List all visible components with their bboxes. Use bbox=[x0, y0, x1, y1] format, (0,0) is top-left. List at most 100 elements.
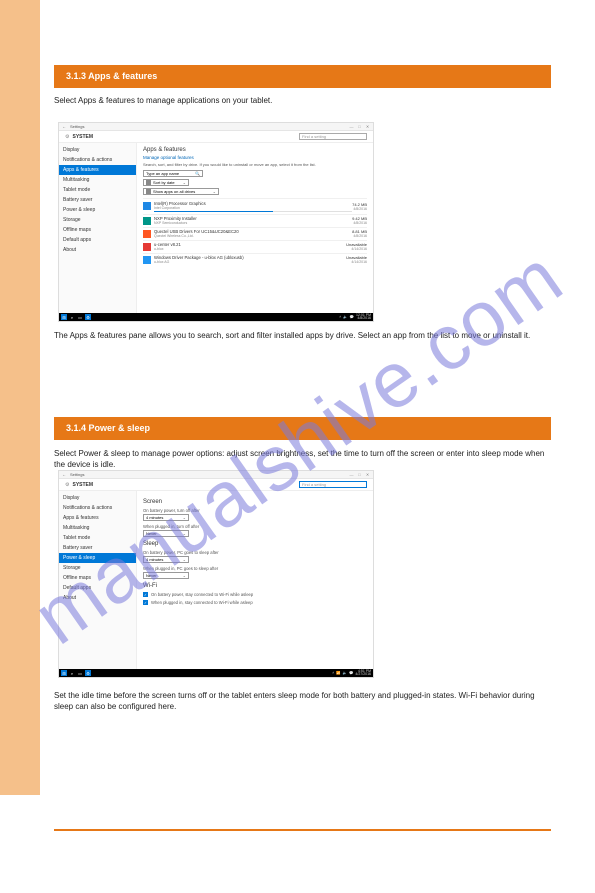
section-desc-power: Select Power & sleep to manage power opt… bbox=[54, 448, 551, 470]
search-icon[interactable]: ⌕ bbox=[69, 670, 75, 676]
app-icon bbox=[143, 202, 151, 210]
taskbar: ⊞ ⌕ ▭ ⚙ ˄ 📶 🔈 💬 4:51 PM4/27/2016 bbox=[59, 669, 373, 677]
tray-up-icon[interactable]: ˄ bbox=[332, 671, 334, 675]
app-row[interactable]: NXP Proximity Installer NXP Semiconducto… bbox=[143, 214, 367, 227]
wifi-plugged-row[interactable]: ✓ When plugged in, stay connected to Wi-… bbox=[143, 600, 367, 605]
wifi-battery-row[interactable]: ✓ On battery power, stay connected to Wi… bbox=[143, 592, 367, 597]
system-header: ⚙ SYSTEM Find a setting bbox=[59, 479, 373, 491]
search-icon: 🔍 bbox=[195, 171, 200, 176]
taskbar-clock[interactable]: 4:51 PM4/27/2016 bbox=[355, 670, 371, 677]
screen-heading: Screen bbox=[143, 499, 367, 505]
taskbar-app-icon[interactable]: ⚙ bbox=[85, 670, 91, 676]
back-arrow-icon[interactable]: ← bbox=[62, 472, 66, 477]
sidebar-item-power-sleep[interactable]: Power & sleep bbox=[59, 553, 136, 563]
sidebar-item-display[interactable]: Display bbox=[59, 493, 136, 503]
app-date: 4/14/2016 bbox=[346, 260, 367, 264]
app-row[interactable]: Intel(R) Processor Graphics Intel Corpor… bbox=[143, 198, 367, 214]
chevron-down-icon: ⌄ bbox=[183, 515, 186, 520]
maximize-button[interactable]: □ bbox=[357, 472, 362, 477]
app-row[interactable]: u-center v8.21 u-blox Unavailable 4/14/2… bbox=[143, 240, 367, 253]
back-arrow-icon[interactable]: ← bbox=[62, 124, 66, 129]
app-search-input[interactable]: Type an app name🔍 bbox=[143, 170, 203, 177]
content-pane: Apps & features Manage optional features… bbox=[137, 143, 373, 313]
volume-icon[interactable]: 🔈 bbox=[343, 671, 347, 675]
chevron-down-icon: ⌄ bbox=[183, 531, 186, 536]
checkbox-icon[interactable]: ✓ bbox=[143, 600, 148, 605]
section-header-apps: 3.1.3 Apps & features bbox=[54, 65, 551, 88]
sidebar-item-offline-maps[interactable]: Offline maps bbox=[59, 573, 136, 583]
sidebar-item-multitasking[interactable]: Multitasking bbox=[59, 523, 136, 533]
sidebar-item-power-sleep[interactable]: Power & sleep bbox=[59, 205, 136, 215]
checkbox-icon[interactable]: ✓ bbox=[143, 592, 148, 597]
sidebar-item-notifications[interactable]: Notifications & actions bbox=[59, 503, 136, 513]
close-button[interactable]: ✕ bbox=[365, 124, 370, 129]
task-view-icon[interactable]: ▭ bbox=[77, 670, 83, 676]
sidebar-item-storage[interactable]: Storage bbox=[59, 215, 136, 225]
taskbar-clock[interactable]: 12:01 PM4/8/2016 bbox=[356, 314, 371, 321]
battery-screen-dropdown[interactable]: 4 minutes⌄ bbox=[143, 514, 189, 521]
app-publisher: Quectel Wireless Co.,Ltd. bbox=[154, 234, 352, 238]
search-icon[interactable]: ⌕ bbox=[69, 314, 75, 320]
app-row[interactable]: Quectel USB Drivers For UC15&UC20&EC20 Q… bbox=[143, 227, 367, 240]
taskbar-app-icon[interactable]: ⚙ bbox=[85, 314, 91, 320]
search-input[interactable]: Find a setting bbox=[299, 481, 367, 488]
sidebar-item-notifications[interactable]: Notifications & actions bbox=[59, 155, 136, 165]
minimize-button[interactable]: — bbox=[349, 124, 354, 129]
sidebar-item-display[interactable]: Display bbox=[59, 145, 136, 155]
action-center-icon[interactable]: 💬 bbox=[350, 315, 354, 319]
sidebar-item-default-apps[interactable]: Default apps bbox=[59, 583, 136, 593]
sidebar-item-offline-maps[interactable]: Offline maps bbox=[59, 225, 136, 235]
start-button[interactable]: ⊞ bbox=[61, 670, 67, 676]
volume-icon[interactable]: 🔈 bbox=[343, 315, 347, 319]
plugged-sleep-dropdown[interactable]: Never⌄ bbox=[143, 572, 189, 579]
sidebar-item-apps-features[interactable]: Apps & features bbox=[59, 165, 136, 175]
network-icon[interactable]: 📶 bbox=[336, 671, 340, 675]
battery-sleep-label: On battery power, PC goes to sleep after bbox=[143, 550, 367, 555]
action-center-icon[interactable]: 💬 bbox=[349, 671, 353, 675]
window-app-name: Settings bbox=[70, 124, 84, 129]
sidebar-item-battery-saver[interactable]: Battery saver bbox=[59, 543, 136, 553]
under-text-apps: The Apps & features pane allows you to s… bbox=[54, 330, 551, 341]
sidebar-item-about[interactable]: About bbox=[59, 593, 136, 603]
plugged-screen-label: When plugged in, turn off after bbox=[143, 524, 367, 529]
app-list: Intel(R) Processor Graphics Intel Corpor… bbox=[143, 198, 367, 266]
task-view-icon[interactable]: ▭ bbox=[77, 314, 83, 320]
app-publisher: NXP Semiconductors bbox=[154, 221, 352, 225]
plugged-sleep-label: When plugged in, PC goes to sleep after bbox=[143, 566, 367, 571]
battery-sleep-dropdown[interactable]: 4 minutes⌄ bbox=[143, 556, 189, 563]
sidebar-item-about[interactable]: About bbox=[59, 245, 136, 255]
sort-dropdown[interactable]: Sort by date⌄ bbox=[143, 179, 189, 186]
app-icon bbox=[143, 217, 151, 225]
app-icon bbox=[143, 230, 151, 238]
battery-screen-label: On battery power, turn off after bbox=[143, 508, 367, 513]
sidebar-item-storage[interactable]: Storage bbox=[59, 563, 136, 573]
content-pane: Screen On battery power, turn off after … bbox=[137, 491, 373, 669]
minimize-button[interactable]: — bbox=[349, 472, 354, 477]
sidebar-item-battery-saver[interactable]: Battery saver bbox=[59, 195, 136, 205]
sidebar-item-apps-features[interactable]: Apps & features bbox=[59, 513, 136, 523]
drives-dropdown[interactable]: Show apps on all drives⌄ bbox=[143, 188, 219, 195]
search-input[interactable]: Find a setting bbox=[299, 133, 367, 140]
app-row[interactable]: Windows Driver Package - u-blox AG (ublo… bbox=[143, 253, 367, 266]
manage-optional-link[interactable]: Manage optional features bbox=[143, 155, 367, 160]
sleep-heading: Sleep bbox=[143, 541, 367, 547]
plugged-screen-dropdown[interactable]: Never⌄ bbox=[143, 530, 189, 537]
window-app-name: Settings bbox=[70, 472, 84, 477]
maximize-button[interactable]: □ bbox=[357, 124, 362, 129]
section-desc-apps: Select Apps & features to manage applica… bbox=[54, 95, 551, 106]
system-header: ⚙ SYSTEM Find a setting bbox=[59, 131, 373, 143]
close-button[interactable]: ✕ bbox=[365, 472, 370, 477]
sidebar-item-multitasking[interactable]: Multitasking bbox=[59, 175, 136, 185]
window-titlebar: ← Settings — □ ✕ bbox=[59, 123, 373, 131]
app-icon bbox=[143, 243, 151, 251]
sidebar-item-default-apps[interactable]: Default apps bbox=[59, 235, 136, 245]
tray-up-icon[interactable]: ˄ bbox=[339, 315, 341, 319]
app-icon bbox=[143, 256, 151, 264]
sidebar-item-tablet-mode[interactable]: Tablet mode bbox=[59, 533, 136, 543]
wifi-heading: Wi-Fi bbox=[143, 583, 367, 589]
chevron-down-icon: ⌄ bbox=[183, 557, 186, 562]
start-button[interactable]: ⊞ bbox=[61, 314, 67, 320]
sort-icon bbox=[146, 180, 151, 185]
sidebar-item-tablet-mode[interactable]: Tablet mode bbox=[59, 185, 136, 195]
settings-sidebar: Display Notifications & actions Apps & f… bbox=[59, 491, 137, 669]
